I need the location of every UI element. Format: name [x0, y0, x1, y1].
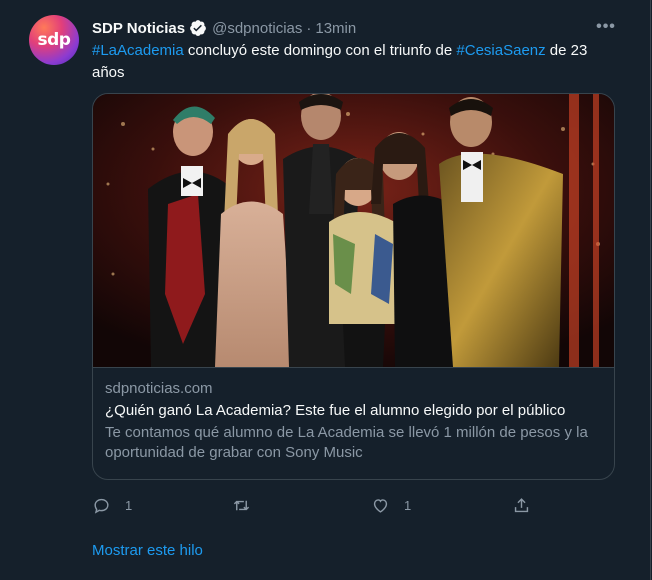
- card-description: Te contamos qué alumno de La Academia se…: [105, 424, 588, 461]
- card-photo: [93, 94, 614, 367]
- tweet-header: SDP Noticias @sdpnoticias · 13min: [92, 17, 356, 39]
- tweet-container[interactable]: sdp SDP Noticias @sdpnoticias · 13min ••…: [0, 0, 651, 580]
- tweet-actions: 1 1: [92, 494, 532, 516]
- hashtag-link[interactable]: #CesiaSaenz: [456, 42, 545, 59]
- card-meta[interactable]: sdpnoticias.com ¿Quién ganó La Academia?…: [93, 367, 614, 479]
- more-options-icon[interactable]: •••: [595, 17, 617, 37]
- share-button[interactable]: [512, 494, 531, 516]
- reply-icon: [94, 498, 109, 514]
- heart-icon: [373, 498, 388, 513]
- like-button[interactable]: 1: [371, 494, 411, 516]
- author-name[interactable]: SDP Noticias: [92, 20, 185, 37]
- avatar-logo-text: sdp: [37, 30, 71, 50]
- share-icon: [514, 497, 529, 512]
- retweet-icon: [233, 500, 250, 510]
- separator-dot: ·: [306, 19, 312, 37]
- tweet-timestamp[interactable]: 13min: [315, 20, 356, 37]
- card-domain: sdpnoticias.com: [105, 380, 213, 397]
- card-title: ¿Quién ganó La Academia? Este fue el alu…: [105, 402, 566, 419]
- show-thread-link[interactable]: Mostrar este hilo: [92, 541, 203, 561]
- avatar[interactable]: sdp: [29, 15, 79, 65]
- reply-count: 1: [125, 497, 133, 513]
- reply-button[interactable]: 1: [92, 494, 132, 516]
- author-handle[interactable]: @sdpnoticias: [212, 20, 302, 37]
- like-count: 1: [404, 497, 412, 513]
- tweet-text: #LaAcademia concluyó este domingo con el…: [92, 40, 622, 84]
- tweet-text-part: concluyó este domingo con el triunfo de: [183, 42, 457, 59]
- retweet-button[interactable]: [232, 494, 265, 516]
- verified-badge-icon: [190, 20, 206, 36]
- link-preview-card[interactable]: sdpnoticias.com ¿Quién ganó La Academia?…: [92, 93, 615, 480]
- hashtag-link[interactable]: #LaAcademia: [92, 42, 184, 59]
